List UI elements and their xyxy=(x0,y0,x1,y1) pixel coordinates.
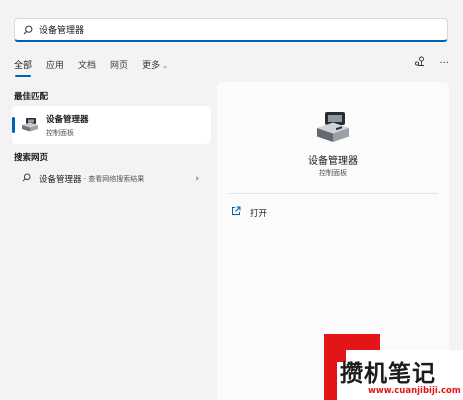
best-match-subtitle: 控制面板 xyxy=(46,128,74,137)
open-action-label: 打开 xyxy=(250,208,268,219)
watermark-url: www.cuanjibiji.com xyxy=(368,386,461,396)
watermark-title: 攒机笔记 xyxy=(340,361,436,387)
search-icon xyxy=(22,173,31,185)
tab-more[interactable]: 更多 ⌄ xyxy=(142,58,168,71)
tab-apps[interactable]: 应用 xyxy=(46,58,64,71)
tab-documents[interactable]: 文档 xyxy=(78,58,96,71)
best-match-item[interactable]: 设备管理器 控制面板 xyxy=(12,106,211,144)
watermark-logo: 攒机笔记 www.cuanjibiji.com xyxy=(324,334,463,400)
detail-title: 设备管理器 xyxy=(308,156,358,167)
chevron-down-icon: ⌄ xyxy=(162,61,168,70)
web-search-query: 设备管理器 xyxy=(39,175,82,185)
top-actions: ··· xyxy=(414,56,449,70)
best-match-texts: 设备管理器 控制面板 xyxy=(46,113,89,138)
more-icon[interactable]: ··· xyxy=(439,58,449,69)
search-icon xyxy=(23,25,33,35)
device-manager-icon xyxy=(315,109,351,145)
search-box[interactable] xyxy=(14,18,448,42)
selection-indicator xyxy=(12,117,15,133)
web-search-header: 搜索网页 xyxy=(14,153,49,163)
tab-all[interactable]: 全部 xyxy=(14,58,32,77)
open-action[interactable]: 打开 xyxy=(231,206,267,219)
open-icon xyxy=(231,206,241,219)
detail-category: 控制面板 xyxy=(319,169,347,177)
filter-tabs: 全部 应用 文档 网页 更多 ⌄ xyxy=(14,56,182,77)
web-search-hint: - 查看网络搜索结果 xyxy=(83,175,145,183)
share-icon[interactable] xyxy=(414,56,425,70)
tab-more-label: 更多 xyxy=(142,60,161,71)
chevron-right-icon[interactable]: › xyxy=(195,174,199,184)
web-search-item[interactable]: 设备管理器 - 查看网络搜索结果 › xyxy=(12,170,211,188)
divider xyxy=(228,193,438,194)
search-input[interactable] xyxy=(39,19,419,40)
tab-web[interactable]: 网页 xyxy=(110,58,128,71)
device-manager-icon xyxy=(21,116,39,134)
best-match-title: 设备管理器 xyxy=(46,114,89,125)
best-match-header: 最佳匹配 xyxy=(14,92,49,102)
